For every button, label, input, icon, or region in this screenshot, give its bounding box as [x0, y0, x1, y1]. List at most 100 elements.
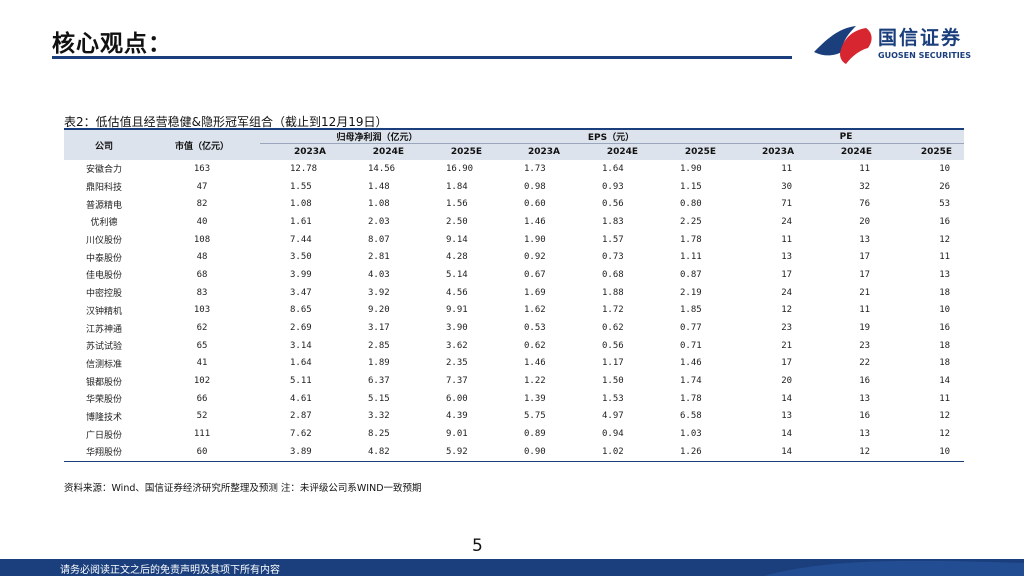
net-profit-cell: 9.14 [446, 234, 468, 245]
net-profit-cell: 3.47 [290, 287, 312, 298]
eps-cell: 1.11 [680, 252, 702, 263]
eps-cell: 0.60 [524, 199, 546, 210]
header-market-cap: 市值（亿元） [144, 129, 260, 160]
pe-cell: 10 [939, 163, 951, 174]
net-profit-cell: 6.37 [368, 376, 390, 387]
pe-cell: 12 [781, 305, 793, 316]
eps-cell: 1.22 [524, 376, 546, 387]
net-profit-cell: 9.20 [368, 305, 390, 316]
company-name-cell: 广日股份 [85, 430, 122, 441]
eps-cell: 1.85 [680, 305, 702, 316]
net-profit-cell: 3.90 [446, 323, 468, 334]
company-name-cell: 优利德 [90, 218, 118, 229]
table-row: 江苏神通 62 2.69 3.17 3.90 0.53 0.62 0.77 23 19 16 [64, 319, 964, 337]
eps-cell: 1.26 [680, 446, 702, 457]
net-profit-cell: 9.91 [446, 305, 468, 316]
eps-cell: 1.53 [602, 393, 624, 404]
eps-cell: 0.90 [524, 446, 546, 457]
header-year: 2025E [650, 143, 729, 160]
company-name-cell: 中密控股 [85, 289, 122, 300]
net-profit-cell: 3.14 [290, 340, 312, 351]
market-cap-cell: 68 [196, 269, 208, 280]
guosen-logo: 国信证券 GUOSEN SECURITIES [812, 22, 982, 66]
pe-cell: 24 [781, 216, 793, 227]
pe-cell: 23 [859, 340, 871, 351]
page-number: 5 [472, 536, 483, 556]
net-profit-cell: 3.17 [368, 323, 390, 334]
net-profit-cell: 16.90 [446, 163, 474, 174]
eps-cell: 1.15 [680, 181, 702, 192]
eps-cell: 1.17 [602, 358, 624, 369]
eps-cell: 0.98 [524, 181, 546, 192]
eps-cell: 0.71 [680, 340, 702, 351]
market-cap-cell: 108 [193, 234, 211, 245]
eps-cell: 0.62 [602, 323, 624, 334]
net-profit-cell: 2.69 [290, 323, 312, 334]
net-profit-cell: 8.65 [290, 305, 312, 316]
footer-disclaimer: 请务必阅读正文之后的免责声明及其项下所有内容 [60, 565, 280, 576]
net-profit-cell: 3.50 [290, 252, 312, 263]
eps-cell: 0.93 [602, 181, 624, 192]
pe-cell: 11 [781, 234, 793, 245]
net-profit-cell: 2.81 [368, 252, 390, 263]
net-profit-cell: 1.56 [446, 199, 468, 210]
pe-cell: 12 [859, 446, 871, 457]
guosen-logo-icon [814, 26, 872, 64]
eps-cell: 1.88 [602, 287, 624, 298]
table-row: 安徽合力 163 12.78 14.56 16.90 1.73 1.64 1.90 11 11 10 [64, 160, 964, 178]
eps-cell: 0.67 [524, 269, 546, 280]
net-profit-cell: 14.56 [368, 163, 396, 174]
net-profit-cell: 1.64 [290, 358, 312, 369]
net-profit-cell: 5.14 [446, 269, 468, 280]
market-cap-cell: 52 [196, 411, 208, 422]
table-row: 优利德 40 1.61 2.03 2.50 1.46 1.83 2.25 24 20 16 [64, 213, 964, 231]
net-profit-cell: 3.32 [368, 411, 390, 422]
market-cap-cell: 47 [196, 181, 208, 192]
pe-cell: 10 [939, 446, 951, 457]
footer-bar: 请务必阅读正文之后的免责声明及其项下所有内容 [0, 559, 1024, 576]
net-profit-cell: 2.85 [368, 340, 390, 351]
market-cap-cell: 40 [196, 216, 208, 227]
eps-cell: 0.53 [524, 323, 546, 334]
eps-cell: 1.69 [524, 287, 546, 298]
pe-cell: 14 [781, 393, 793, 404]
pe-cell: 11 [939, 393, 951, 404]
pe-cell: 14 [781, 429, 793, 440]
pe-cell: 17 [859, 252, 871, 263]
eps-cell: 0.62 [524, 340, 546, 351]
table-row: 博隆技术 52 2.87 3.32 4.39 5.75 4.97 6.58 13 16 12 [64, 408, 964, 426]
eps-cell: 1.39 [524, 393, 546, 404]
pe-cell: 12 [939, 411, 951, 422]
company-name-cell: 博隆技术 [85, 412, 122, 423]
pe-cell: 13 [781, 252, 793, 263]
eps-cell: 1.64 [602, 163, 624, 174]
pe-cell: 17 [781, 358, 793, 369]
footer-accent-shape [764, 560, 1024, 576]
logo-chinese-name: 国信证券 [878, 27, 963, 49]
eps-cell: 1.90 [680, 163, 702, 174]
logo-english-name: GUOSEN SECURITIES [878, 51, 971, 60]
market-cap-cell: 41 [196, 358, 208, 369]
eps-cell: 1.50 [602, 376, 624, 387]
pe-cell: 16 [859, 376, 871, 387]
pe-cell: 32 [859, 181, 871, 192]
pe-cell: 12 [939, 234, 951, 245]
net-profit-cell: 1.08 [368, 199, 390, 210]
eps-cell: 2.25 [680, 216, 702, 227]
market-cap-cell: 111 [193, 429, 211, 440]
net-profit-cell: 7.44 [290, 234, 312, 245]
table-row: 华荣股份 66 4.61 5.15 6.00 1.39 1.53 1.78 14 13 11 [64, 390, 964, 408]
eps-cell: 1.73 [524, 163, 546, 174]
market-cap-cell: 163 [193, 163, 211, 174]
company-name-cell: 中泰股份 [85, 253, 122, 264]
net-profit-cell: 1.89 [368, 358, 390, 369]
net-profit-cell: 3.89 [290, 446, 312, 457]
pe-cell: 12 [939, 429, 951, 440]
pe-cell: 23 [781, 323, 793, 334]
table-row: 川仪股份 108 7.44 8.07 9.14 1.90 1.57 1.78 11 13 12 [64, 231, 964, 249]
net-profit-cell: 1.61 [290, 216, 312, 227]
net-profit-cell: 4.03 [368, 269, 390, 280]
pe-cell: 13 [939, 269, 951, 280]
net-profit-cell: 12.78 [290, 163, 318, 174]
page-title: 核心观点： [52, 31, 172, 57]
